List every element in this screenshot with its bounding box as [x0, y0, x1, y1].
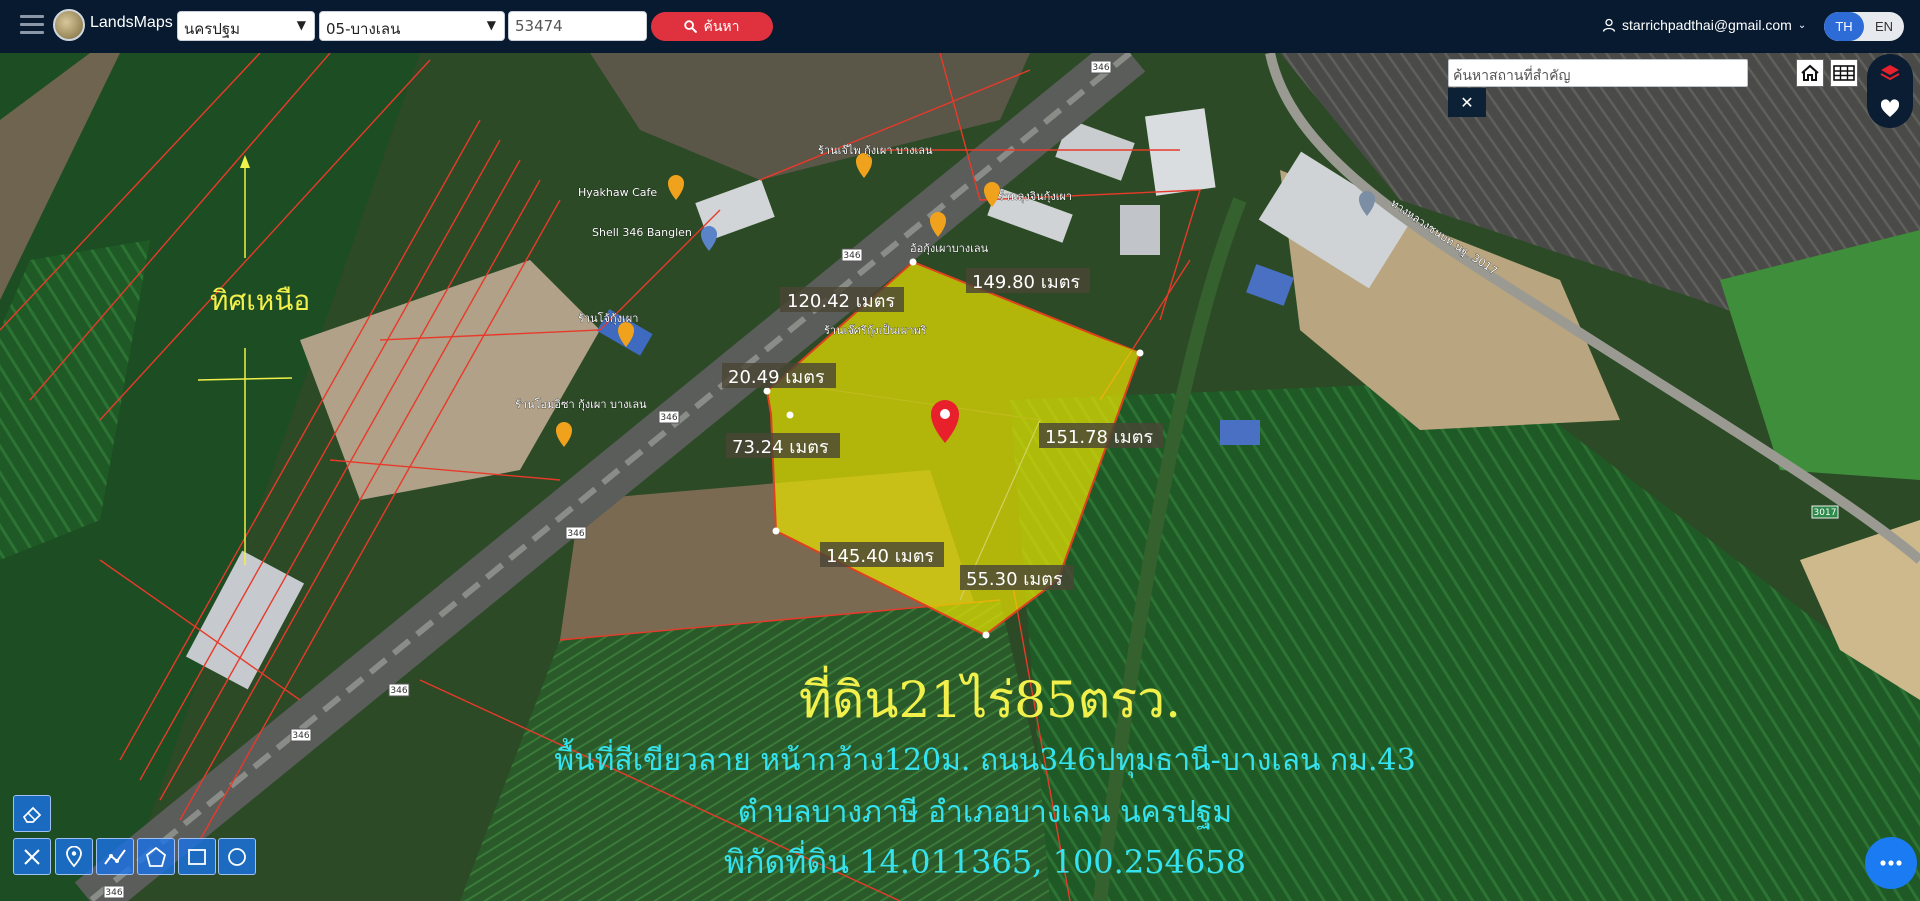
- chat-button[interactable]: [1865, 837, 1917, 889]
- measurement-label: 145.40 เมตร: [820, 542, 944, 567]
- measure-tool-button[interactable]: [13, 838, 51, 875]
- road-shield: 346: [841, 248, 863, 262]
- grid-icon: [1833, 65, 1855, 81]
- side-panel: [1867, 54, 1913, 128]
- circle-icon: [228, 847, 246, 866]
- parcel-number-value: 53474: [515, 17, 563, 35]
- eraser-button[interactable]: [13, 795, 51, 832]
- building: [1145, 108, 1216, 196]
- svg-text:149.80 เมตร: 149.80 เมตร: [972, 272, 1080, 293]
- home-button[interactable]: [1796, 59, 1824, 87]
- svg-text:346: 346: [1092, 63, 1109, 73]
- home-icon: [1801, 64, 1819, 81]
- polygon-tool-button[interactable]: [137, 838, 175, 875]
- eraser-icon: [22, 806, 42, 823]
- heart-icon[interactable]: [1879, 98, 1901, 120]
- ruler-pencil-icon: [24, 848, 40, 865]
- svg-text:346: 346: [567, 529, 584, 539]
- svg-text:346: 346: [390, 686, 407, 696]
- road-shield: 3017: [1811, 505, 1839, 519]
- district-select-value: 05-บางเลน: [326, 20, 401, 38]
- user-menu[interactable]: starrichpadthai@gmail.com ⌄: [1602, 17, 1806, 33]
- menu-icon[interactable]: [20, 15, 44, 35]
- description-line: พื้นที่สีเขียวลาย หน้ากว้าง120ม. ถนน346ป…: [554, 738, 1415, 779]
- road-shield: 346: [658, 410, 680, 424]
- marker-tool-button[interactable]: [55, 838, 93, 875]
- measurement-label: 55.30 เมตร: [960, 565, 1074, 590]
- search-icon: [684, 20, 698, 33]
- grid-button[interactable]: [1830, 59, 1858, 87]
- svg-text:73.24 เมตร: 73.24 เมตร: [732, 437, 829, 458]
- measurement-label: 20.49 เมตร: [722, 363, 836, 388]
- svg-text:346: 346: [292, 731, 309, 741]
- top-bar: LandsMaps นครปฐม ▼ 05-บางเลน ▼ 53474 ค้น…: [0, 0, 1920, 53]
- map-canvas[interactable]: ร้านเจ๊ไพ กุ้งเผา บางเลน Hyakhaw Cafe ร้…: [0, 53, 1920, 901]
- road-shield: 346: [290, 728, 312, 742]
- language-toggle: TH EN: [1824, 12, 1904, 41]
- road-shield: 346: [388, 683, 410, 697]
- district-select[interactable]: 05-บางเลน ▼: [319, 11, 505, 41]
- measurement-label: 120.42 เมตร: [780, 287, 904, 312]
- measurement-label: 149.80 เมตร: [966, 268, 1090, 293]
- road-shield: 346: [565, 526, 587, 540]
- road-shield: 346: [1090, 60, 1112, 74]
- svg-text:145.40 เมตร: 145.40 เมตร: [826, 546, 934, 567]
- svg-text:20.49 เมตร: 20.49 เมตร: [728, 367, 825, 388]
- svg-text:120.42 เมตร: 120.42 เมตร: [787, 291, 895, 312]
- measurement-label: 151.78 เมตร: [1039, 423, 1163, 448]
- rectangle-icon: [188, 848, 206, 865]
- user-icon: [1602, 18, 1616, 32]
- place-search-placeholder: ค้นหาสถานที่สำคัญ: [1453, 68, 1571, 84]
- north-label: ทิศเหนือ: [210, 284, 310, 317]
- description-line: ตำบลบางภาษี อำเภอบางเลน นครปฐม: [738, 795, 1232, 830]
- building: [1120, 205, 1160, 255]
- poi-label: ร้านโจ้กุ้งเผา: [578, 311, 638, 325]
- chevron-down-icon: ▼: [486, 18, 496, 32]
- poi-label: Hyakhaw Cafe: [578, 186, 657, 199]
- polyline-tool-button[interactable]: [96, 838, 134, 875]
- circle-tool-button[interactable]: [218, 838, 256, 875]
- headline-text: ที่ดิน21ไร่85ตรว.: [799, 666, 1181, 729]
- parcel-number-input[interactable]: 53474: [508, 11, 647, 41]
- polyline-icon: [104, 848, 126, 865]
- user-email: starrichpadthai@gmail.com: [1622, 17, 1792, 33]
- lang-en-button[interactable]: EN: [1864, 12, 1904, 41]
- search-button[interactable]: ค้นหา: [651, 12, 773, 41]
- brand-name: LandsMaps: [90, 14, 173, 31]
- svg-text:346: 346: [843, 251, 860, 261]
- chevron-down-icon: ▼: [296, 18, 306, 32]
- layers-icon[interactable]: [1879, 62, 1901, 84]
- svg-text:346: 346: [660, 413, 677, 423]
- svg-text:55.30 เมตร: 55.30 เมตร: [966, 569, 1063, 590]
- lang-th-button[interactable]: TH: [1824, 12, 1864, 41]
- app-logo: [53, 9, 85, 41]
- road-shield: 346: [103, 885, 125, 899]
- polygon-icon: [145, 846, 167, 867]
- svg-text:346: 346: [105, 888, 122, 898]
- search-button-label: ค้นหา: [703, 18, 740, 35]
- rectangle-tool-button[interactable]: [178, 838, 216, 875]
- svg-text:151.78 เมตร: 151.78 เมตร: [1045, 427, 1153, 448]
- building-blue-roof: [1220, 420, 1260, 445]
- poi-label: ร้านเจ๊ศรีกุ้งเป็นเผาพริ: [824, 323, 927, 337]
- poi-label: ร้านลุงจินกุ้งเผา: [998, 190, 1072, 203]
- poi-label: Shell 346 Banglen: [592, 226, 692, 239]
- poi-label: ร้านโอมอิซา กุ้งเผา บางเลน: [515, 397, 647, 411]
- close-button[interactable]: ✕: [1448, 88, 1486, 117]
- more-dots-icon: [1880, 860, 1902, 866]
- province-select-value: นครปฐม: [184, 20, 241, 38]
- place-search-input[interactable]: ค้นหาสถานที่สำคัญ: [1448, 59, 1748, 87]
- coordinates-line: พิกัดที่ดิน 14.011365, 100.254658: [724, 840, 1246, 881]
- poi-label: ร้านเจ๊ไพ กุ้งเผา บางเลน: [818, 144, 933, 157]
- svg-text:3017: 3017: [1814, 508, 1837, 518]
- poi-label: อ้อกุ้งเผาบางเลน: [910, 242, 989, 255]
- chevron-down-icon: ⌄: [1797, 19, 1807, 31]
- map-marker-icon: [66, 845, 82, 867]
- province-select[interactable]: นครปฐม ▼: [177, 11, 315, 41]
- measurement-label: 73.24 เมตร: [726, 433, 840, 458]
